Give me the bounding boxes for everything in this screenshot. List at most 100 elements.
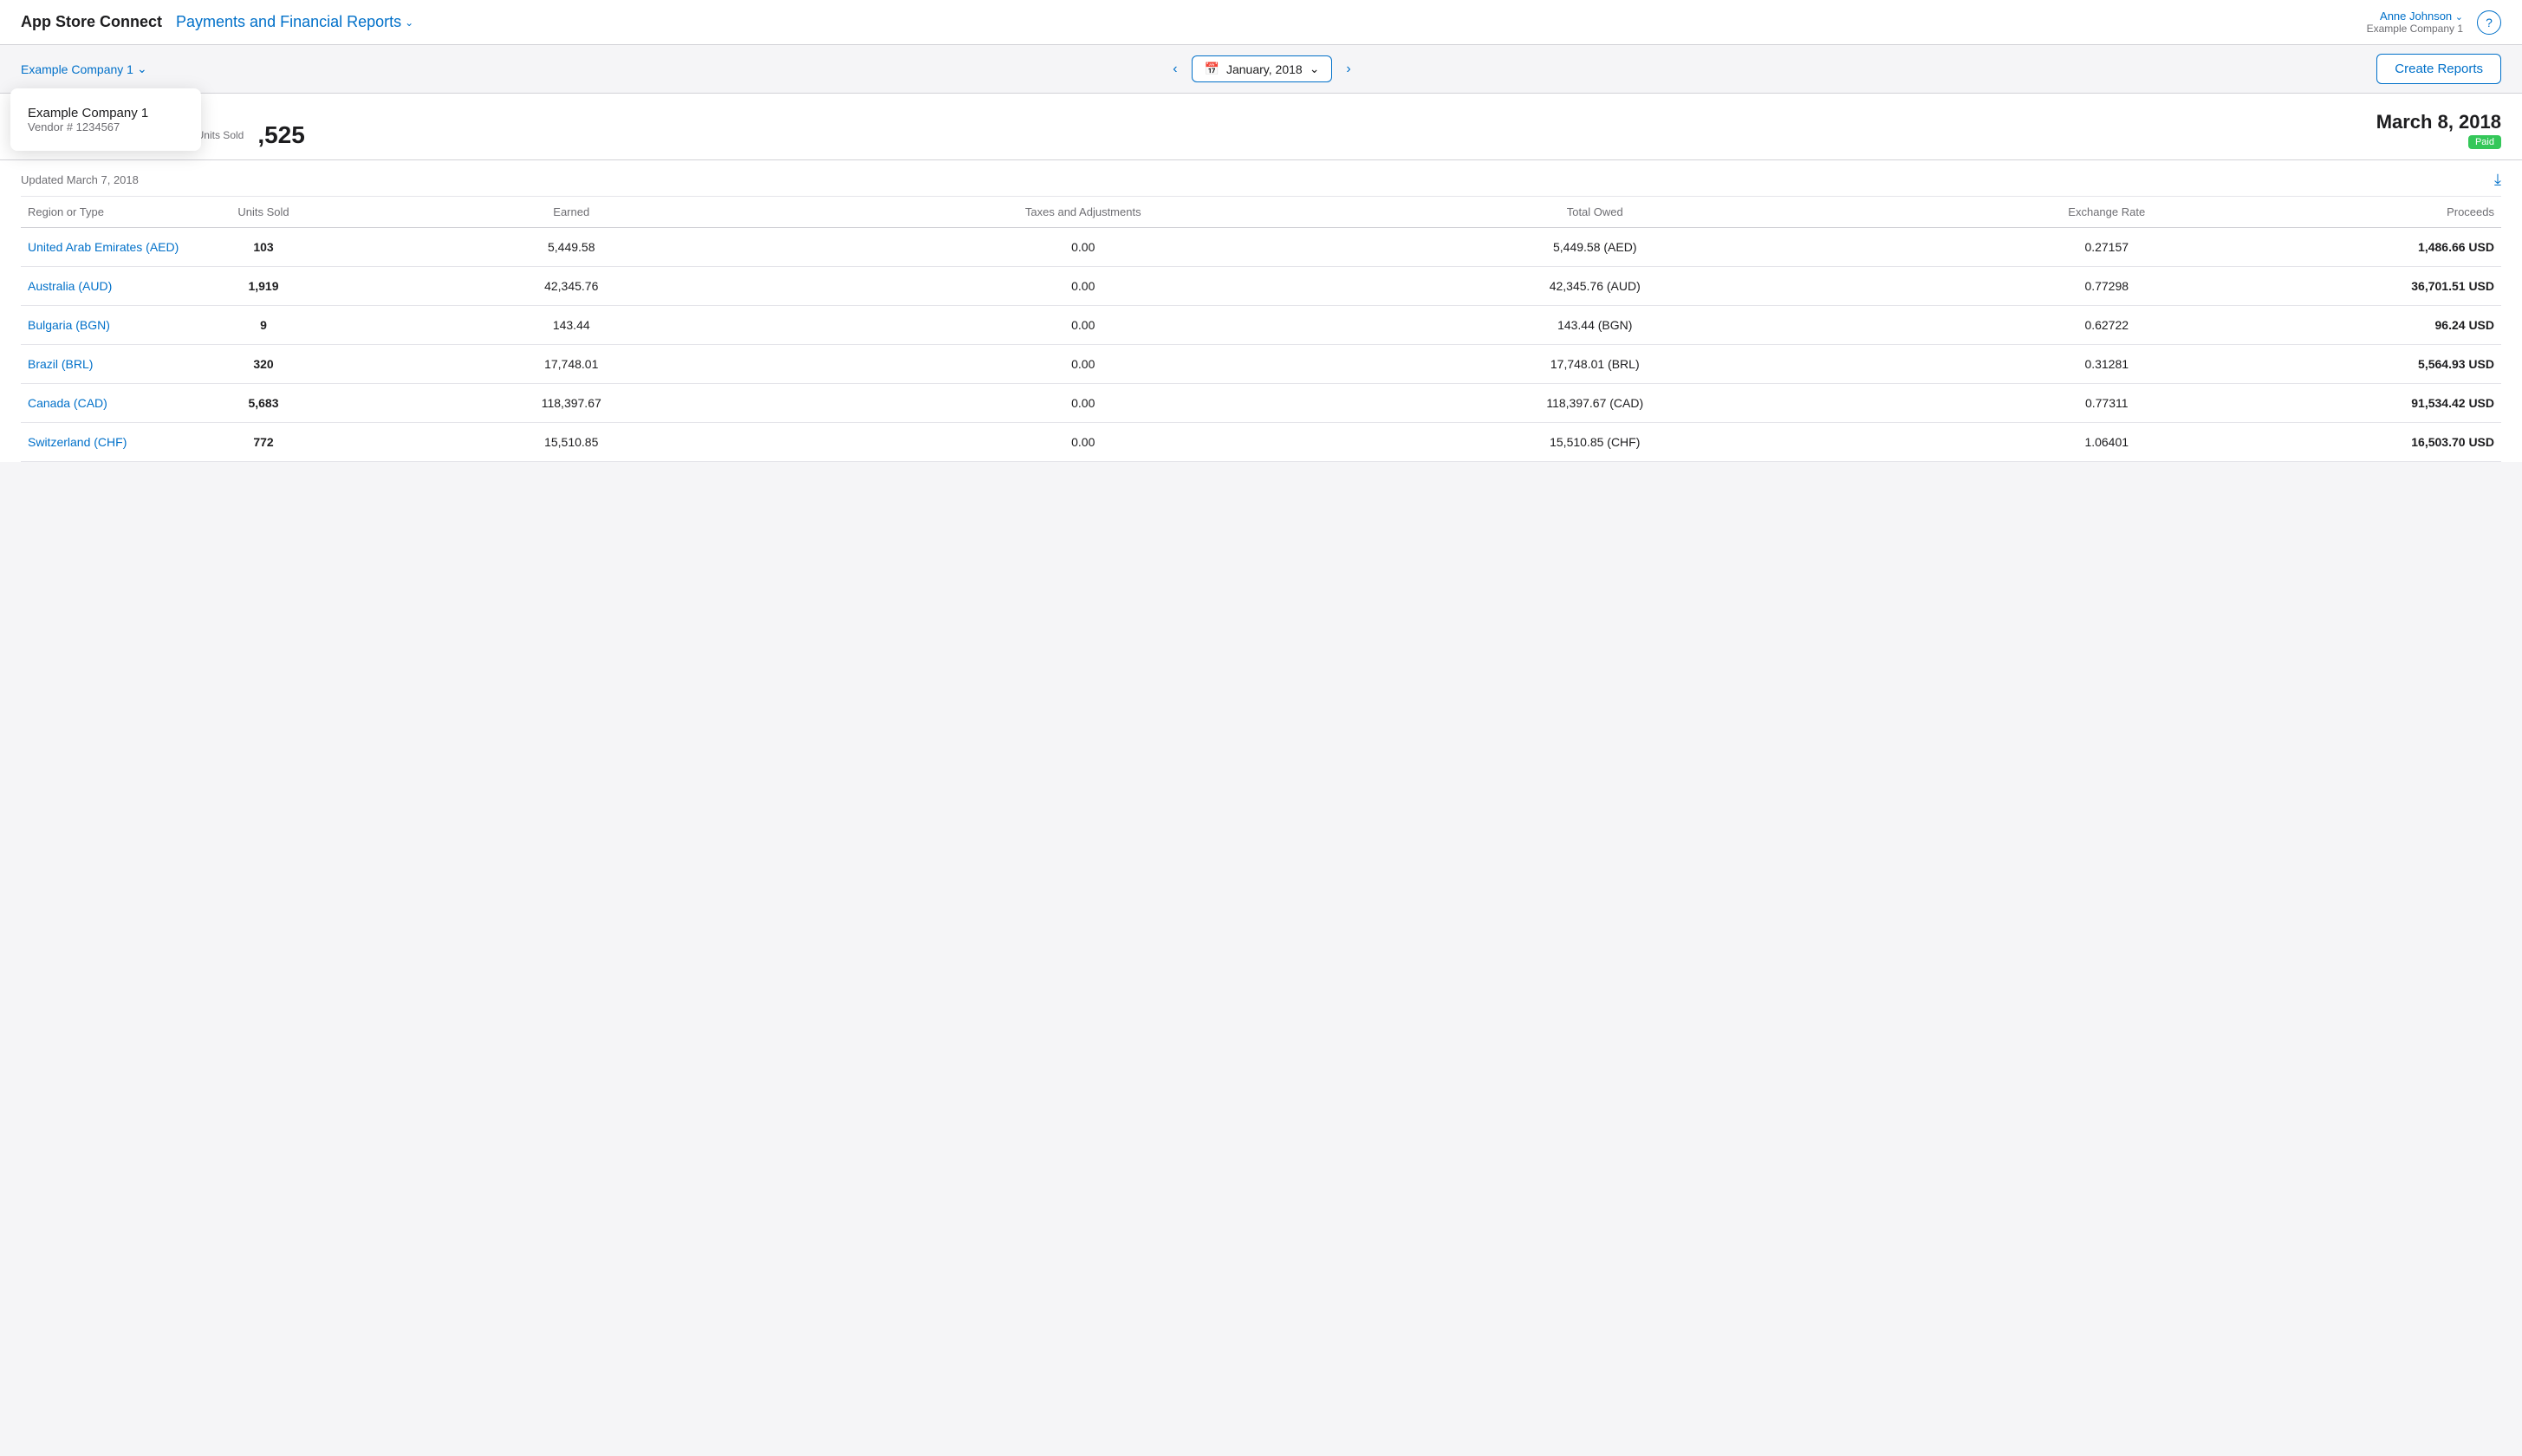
units-cell: 103 — [211, 240, 315, 254]
region-cell[interactable]: United Arab Emirates (AED) — [21, 240, 211, 254]
region-link[interactable]: Bulgaria (BGN) — [28, 318, 110, 332]
help-button[interactable]: ? — [2477, 10, 2501, 35]
section-title-chevron: ⌄ — [405, 16, 413, 29]
table-row: Australia (AUD) 1,919 42,345.76 0.00 42,… — [21, 267, 2501, 306]
proceeds-cell: 1,486.66 USD — [2363, 240, 2501, 254]
dropdown-vendor: Vendor # 1234567 — [28, 120, 184, 133]
col-header-exchange: Exchange Rate — [1851, 205, 2363, 218]
region-cell[interactable]: Australia (AUD) — [21, 279, 211, 293]
total-owed-cell: 15,510.85 (CHF) — [1339, 435, 1851, 449]
table-section: Updated March 7, 2018 ⤓ Region or Type U… — [0, 160, 2522, 462]
company-selector-label: Example Company 1 — [21, 62, 133, 76]
taxes-cell: 0.00 — [828, 240, 1340, 254]
section-title-text: Payments and Financial Reports — [176, 13, 401, 31]
exchange-rate-cell: 1.06401 — [1851, 435, 2363, 449]
region-cell[interactable]: Brazil (BRL) — [21, 357, 211, 371]
prev-period-button[interactable]: ‹ — [1166, 58, 1184, 81]
total-owed-cell: 143.44 (BGN) — [1339, 318, 1851, 332]
taxes-cell: 0.00 — [828, 279, 1340, 293]
taxes-cell: 0.00 — [828, 318, 1340, 332]
table-row: Switzerland (CHF) 772 15,510.85 0.00 15,… — [21, 423, 2501, 462]
total-owed-cell: 118,397.67 (CAD) — [1339, 396, 1851, 410]
earned-cell: 5,449.58 — [315, 240, 828, 254]
table-row: Bulgaria (BGN) 9 143.44 0.00 143.44 (BGN… — [21, 306, 2501, 345]
top-bar-left: App Store Connect Payments and Financial… — [21, 13, 413, 31]
nav-controls: ‹ 📅 January, 2018 ⌄ › — [1166, 55, 1358, 82]
units-cell: 9 — [211, 318, 315, 332]
col-header-total-owed: Total Owed — [1339, 205, 1851, 218]
region-link[interactable]: United Arab Emirates (AED) — [28, 240, 179, 254]
region-link[interactable]: Canada (CAD) — [28, 396, 107, 410]
exchange-rate-cell: 0.27157 — [1851, 240, 2363, 254]
table-row: United Arab Emirates (AED) 103 5,449.58 … — [21, 228, 2501, 267]
col-header-region: Region or Type — [21, 205, 211, 218]
col-header-proceeds: Proceeds — [2363, 205, 2501, 218]
units-cell: 5,683 — [211, 396, 315, 410]
region-link[interactable]: Switzerland (CHF) — [28, 435, 127, 449]
table-body: United Arab Emirates (AED) 103 5,449.58 … — [21, 228, 2501, 462]
col-header-units: Units Sold — [211, 205, 315, 218]
region-cell[interactable]: Switzerland (CHF) — [21, 435, 211, 449]
sub-header: Example Company 1 ⌄ Example Company 1 Ve… — [0, 45, 2522, 94]
section-title[interactable]: Payments and Financial Reports ⌄ — [176, 13, 413, 31]
company-dropdown-item[interactable]: Example Company 1 Vendor # 1234567 — [28, 102, 184, 137]
table-header: Region or Type Units Sold Earned Taxes a… — [21, 197, 2501, 228]
total-owed-cell: 5,449.58 (AED) — [1339, 240, 1851, 254]
date-chevron: ⌄ — [1310, 62, 1320, 76]
earned-cell: 15,510.85 — [315, 435, 828, 449]
create-reports-button[interactable]: Create Reports — [2376, 54, 2501, 84]
top-bar: App Store Connect Payments and Financial… — [0, 0, 2522, 45]
proceeds-cell: 16,503.70 USD — [2363, 435, 2501, 449]
total-owed-cell: 42,345.76 (AUD) — [1339, 279, 1851, 293]
summary-right: March 8, 2018 Paid — [2376, 111, 2501, 149]
table-row: Canada (CAD) 5,683 118,397.67 0.00 118,3… — [21, 384, 2501, 423]
app-name: App Store Connect — [21, 13, 162, 31]
taxes-cell: 0.00 — [828, 435, 1340, 449]
user-dropdown-chevron: ⌄ — [2455, 12, 2463, 23]
paid-badge: Paid — [2468, 135, 2501, 149]
dropdown-company-name: Example Company 1 — [28, 106, 184, 120]
proceeds-cell: 91,534.42 USD — [2363, 396, 2501, 410]
calendar-icon: 📅 — [1205, 62, 1219, 76]
user-name[interactable]: Anne Johnson ⌄ — [2367, 10, 2463, 23]
company-selector[interactable]: Example Company 1 ⌄ — [21, 62, 147, 76]
user-info: Anne Johnson ⌄ Example Company 1 — [2367, 10, 2463, 35]
total-owed-cell: 17,748.01 (BRL) — [1339, 357, 1851, 371]
units-cell: 772 — [211, 435, 315, 449]
proceeds-cell: 5,564.93 USD — [2363, 357, 2501, 371]
region-cell[interactable]: Bulgaria (BGN) — [21, 318, 211, 332]
exchange-rate-cell: 0.31281 — [1851, 357, 2363, 371]
user-name-text: Anne Johnson — [2380, 10, 2452, 23]
summary-bar: EXAMPLE BANK 1 • 32325 Total Units Sold … — [0, 94, 2522, 160]
earned-cell: 143.44 — [315, 318, 828, 332]
col-header-earned: Earned — [315, 205, 828, 218]
units-cell: 1,919 — [211, 279, 315, 293]
region-cell[interactable]: Canada (CAD) — [21, 396, 211, 410]
date-picker-button[interactable]: 📅 January, 2018 ⌄ — [1192, 55, 1333, 82]
earned-cell: 118,397.67 — [315, 396, 828, 410]
date-label: January, 2018 — [1226, 62, 1303, 76]
company-dropdown-popup: Example Company 1 Vendor # 1234567 — [10, 88, 201, 151]
earned-cell: 42,345.76 — [315, 279, 828, 293]
col-header-taxes: Taxes and Adjustments — [828, 205, 1340, 218]
company-name: Example Company 1 — [2367, 23, 2463, 35]
payment-date: March 8, 2018 — [2376, 111, 2501, 133]
total-amount: ,525 — [257, 121, 305, 149]
exchange-rate-cell: 0.62722 — [1851, 318, 2363, 332]
exchange-rate-cell: 0.77298 — [1851, 279, 2363, 293]
region-link[interactable]: Australia (AUD) — [28, 279, 112, 293]
taxes-cell: 0.00 — [828, 396, 1340, 410]
proceeds-cell: 96.24 USD — [2363, 318, 2501, 332]
proceeds-cell: 36,701.51 USD — [2363, 279, 2501, 293]
updated-text: Updated March 7, 2018 — [21, 173, 139, 186]
exchange-rate-cell: 0.77311 — [1851, 396, 2363, 410]
updated-row: Updated March 7, 2018 ⤓ — [21, 160, 2501, 197]
next-period-button[interactable]: › — [1339, 58, 1357, 81]
top-bar-right: Anne Johnson ⌄ Example Company 1 ? — [2367, 10, 2501, 35]
taxes-cell: 0.00 — [828, 357, 1340, 371]
table-row: Brazil (BRL) 320 17,748.01 0.00 17,748.0… — [21, 345, 2501, 384]
region-link[interactable]: Brazil (BRL) — [28, 357, 93, 371]
units-cell: 320 — [211, 357, 315, 371]
company-selector-chevron: ⌄ — [137, 62, 147, 76]
download-icon[interactable]: ⤓ — [2494, 171, 2501, 189]
